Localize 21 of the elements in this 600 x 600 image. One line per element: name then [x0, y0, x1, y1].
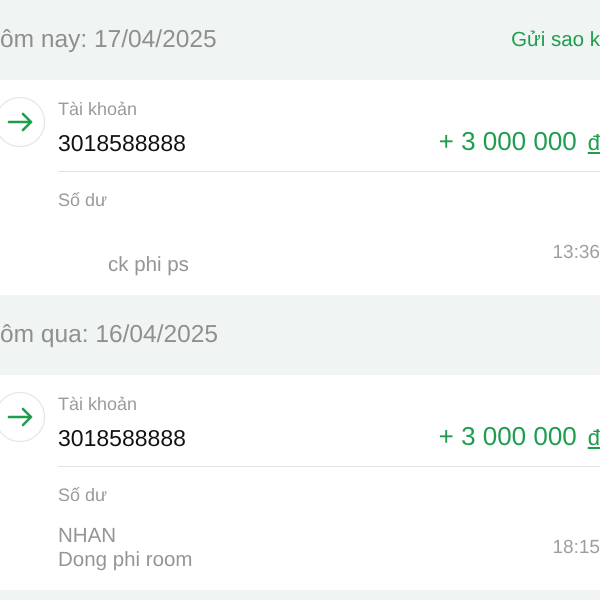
right-arrow-icon	[0, 391, 46, 443]
description-line: ck phi ps	[108, 253, 189, 277]
transaction-time: 13:36	[552, 242, 600, 264]
right-arrow-icon	[0, 96, 46, 148]
description-line: Dong phi room	[58, 548, 192, 572]
currency-symbol: đ	[588, 130, 600, 156]
account-number: 3018588888	[58, 130, 186, 156]
section-date: ôm nay: 17/04/2025	[0, 26, 217, 54]
description-line: NHAN	[58, 524, 116, 548]
account-number: 3018588888	[58, 425, 186, 451]
transaction-card[interactable]: Tài khoản 3018588888 + 3 000 000 đ Số dư NHAN Dong phi room 18:15	[0, 375, 600, 590]
transaction-time: 18:15	[552, 537, 600, 559]
amount: + 3 000 000	[438, 128, 577, 154]
balance-label: Số dư	[58, 190, 108, 210]
account-label: Tài khoản	[58, 394, 138, 414]
section-date: ôm qua: 16/04/2025	[0, 321, 218, 349]
transaction-card[interactable]: Tài khoản 3018588888 + 3 000 000 đ Số dư ck phi ps 13:36	[0, 80, 600, 295]
account-label: Tài khoản	[58, 99, 138, 119]
balance-label: Số dư	[58, 485, 108, 505]
amount: + 3 000 000	[438, 423, 577, 449]
currency-symbol: đ	[588, 425, 600, 451]
